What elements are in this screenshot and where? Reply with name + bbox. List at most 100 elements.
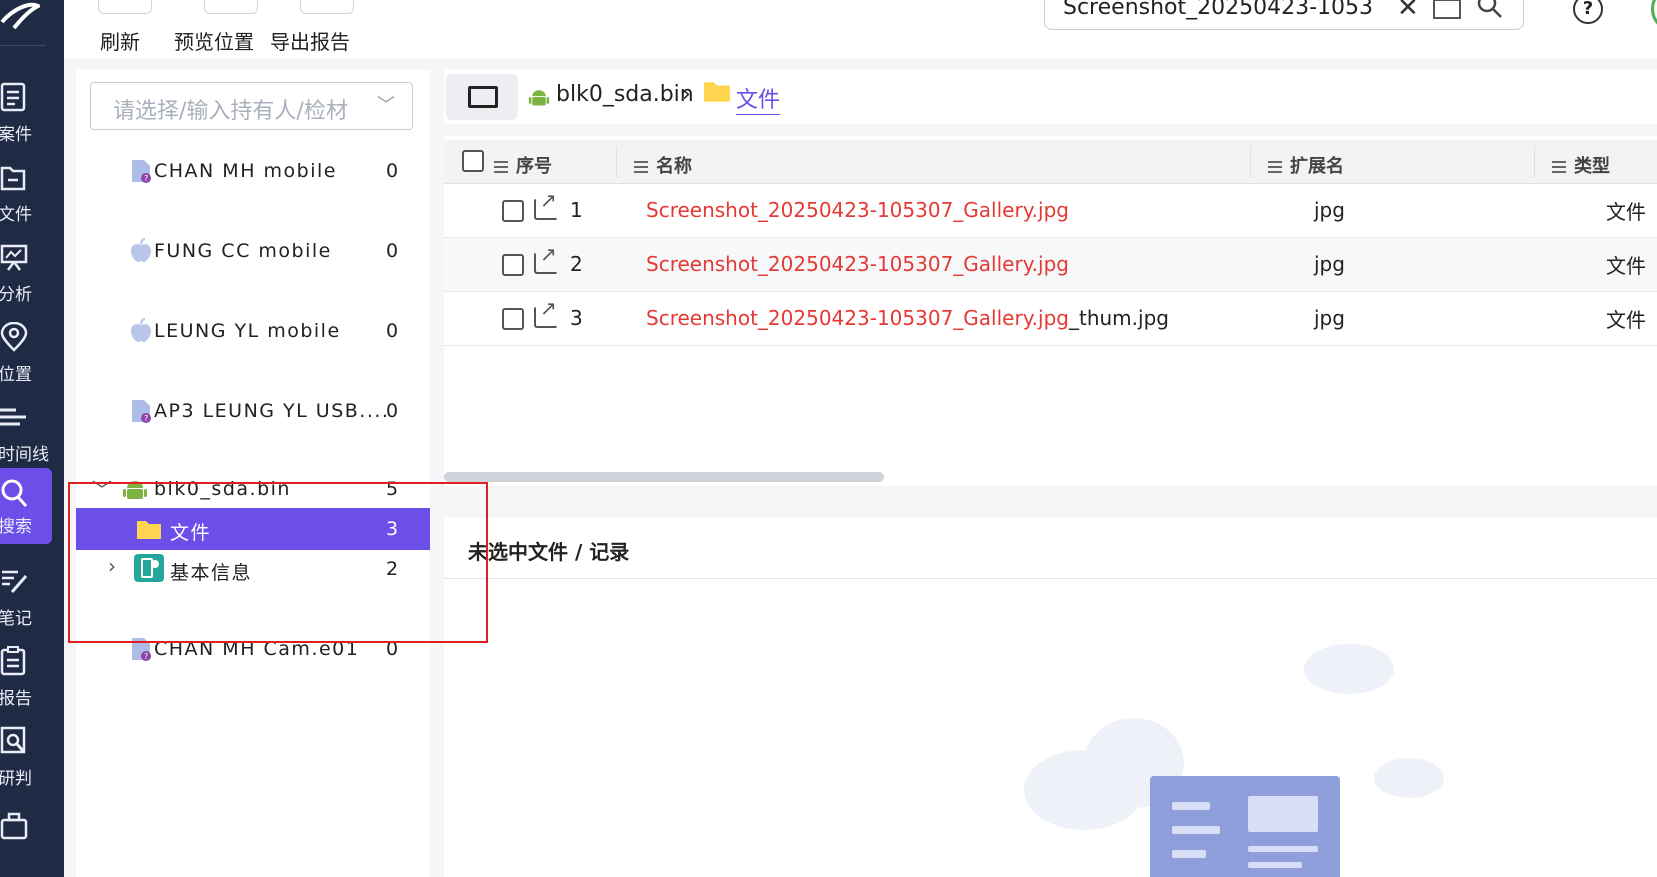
row-ext: jpg [1314,252,1345,276]
nav-item-report[interactable]: 报告 [0,636,52,716]
nav-label: 研判 [0,769,32,789]
folder-icon [704,82,730,102]
tree-node-count: 0 [386,400,399,422]
tree-node-label: AP3 LEUNG YL USB.... [154,400,390,422]
preview-location-label: 预览位置 [174,30,254,54]
tree-node-count: 0 [386,240,399,262]
refresh-label: 刷新 [100,30,140,54]
evidence-tree-panel: 请选择/输入持有人/检材 ﹀ ? CHAN MH mobile 0 FUNG C… [76,70,430,877]
nav-item-case[interactable]: 案件 [0,72,52,152]
column-divider[interactable] [1250,146,1251,178]
svg-text:?: ? [144,414,148,423]
nav-label: 笔记 [0,609,32,629]
preview-location-icon [204,0,258,14]
row-name[interactable]: Screenshot_20250423-105307_Gallery.jpg [646,252,1069,276]
holder-select[interactable]: 请选择/输入持有人/检材 ﹀ [90,82,413,130]
help-icon[interactable]: ? [1573,0,1603,24]
column-header-type[interactable]: 类型 [1552,152,1610,178]
refresh-icon [98,0,152,14]
case-icon [0,82,26,112]
nav-item-briefcase[interactable] [0,800,52,877]
nav-item-location[interactable]: 位置 [0,312,52,392]
cloud-shape [1374,758,1444,798]
open-external-icon[interactable] [534,296,558,328]
breadcrumb-folder[interactable]: 文件 [736,82,781,115]
search-icon[interactable] [1477,0,1503,19]
nav-item-analysis[interactable]: 分析 [0,232,52,312]
document-illustration [1150,776,1340,877]
row-name[interactable]: Screenshot_20250423-105307_Gallery.jpg [646,198,1069,222]
breadcrumb-separator: › [682,82,691,107]
column-header-ext[interactable]: 扩展名 [1268,152,1344,178]
timeline-icon [0,408,26,426]
tree-node-ap3-leung-yl-usb[interactable]: ? AP3 LEUNG YL USB.... 0 [76,390,430,432]
nav-label: 时间线 [0,445,49,465]
search-box: Screenshot_20250423-1053 ✕ [1044,0,1524,30]
search-input[interactable]: Screenshot_20250423-1053 [1063,0,1383,20]
column-menu-icon [1268,161,1282,173]
open-external-icon[interactable] [534,188,558,220]
avatar[interactable] [1651,0,1657,32]
folder-icon [468,86,498,108]
cloud-shape [1304,644,1394,694]
row-ext: jpg [1314,198,1345,222]
briefcase-icon [0,812,28,840]
clear-icon[interactable]: ✕ [1397,0,1419,23]
unknown-device-icon: ? [132,400,151,423]
nav-label: 报告 [0,689,32,709]
calendar-icon[interactable] [1433,0,1461,19]
row-checkbox[interactable] [502,200,524,222]
nav-item-file[interactable]: 文件 [0,152,52,232]
column-divider[interactable] [616,146,617,178]
svg-text:?: ? [144,652,148,661]
tree-node-fung-cc-mobile[interactable]: FUNG CC mobile 0 [76,230,430,272]
column-divider[interactable] [1534,146,1535,178]
search-icon [1,479,28,507]
folder-view-button[interactable] [446,74,518,120]
tree-node-chan-mh-mobile[interactable]: ? CHAN MH mobile 0 [76,150,430,192]
row-type: 文件 [1606,254,1646,278]
nav-label: 分析 [0,285,32,305]
nav-item-timeline[interactable]: 时间线 [0,392,52,472]
toolbar: 刷新 预览位置 导出报告 Screenshot_20250423-1053 ✕ … [64,0,1657,58]
tree-node-label: CHAN MH mobile [154,160,337,182]
report-icon [0,646,26,676]
horizontal-scrollbar[interactable] [444,472,884,482]
nav-label: 文件 [0,205,32,225]
analysis-icon [0,244,28,271]
nav-item-search[interactable]: 搜索 [0,468,52,544]
row-type: 文件 [1606,200,1646,224]
row-checkbox[interactable] [502,254,524,276]
main-nav: 案件 文件 分析 位置 时间线 搜索 笔记 报告 研判 [0,0,64,877]
table-row[interactable]: 1 Screenshot_20250423-105307_Gallery.jpg… [444,184,1657,238]
row-ext: jpg [1314,306,1345,330]
table-row[interactable]: 3 Screenshot_20250423-105307_Gallery.jpg… [444,292,1657,346]
column-header-index[interactable]: 序号 [494,152,552,178]
tree-node-label: LEUNG YL mobile [154,320,341,342]
divider [444,578,1657,579]
row-index: 1 [570,198,583,222]
highlight-annotation-box [68,482,488,643]
row-checkbox[interactable] [502,308,524,330]
column-header-name[interactable]: 名称 [634,152,692,178]
tree-node-label: FUNG CC mobile [154,240,332,262]
file-icon [0,166,26,191]
apple-icon [131,318,151,342]
nav-label: 位置 [0,365,32,385]
nav-item-judge[interactable]: 研判 [0,716,52,796]
open-external-icon[interactable] [534,242,558,274]
breadcrumb-device[interactable]: blk0_sda.bin [556,82,694,107]
nav-item-notes[interactable]: 笔记 [0,556,52,636]
tree-node-leung-yl-mobile[interactable]: LEUNG YL mobile 0 [76,310,430,352]
holder-select-placeholder: 请选择/输入持有人/检材 [113,99,348,124]
select-all-checkbox[interactable] [462,150,484,172]
judge-icon [0,726,26,754]
apple-icon [131,238,151,262]
row-name[interactable]: Screenshot_20250423-105307_Gallery.jpg_t… [646,306,1169,330]
table-row[interactable]: 2 Screenshot_20250423-105307_Gallery.jpg… [444,238,1657,292]
notes-icon [2,570,28,593]
android-icon [528,90,550,106]
export-report-label: 导出报告 [270,30,350,54]
row-type: 文件 [1606,308,1646,332]
table-header: 序号 名称 扩展名 类型 [444,140,1657,184]
